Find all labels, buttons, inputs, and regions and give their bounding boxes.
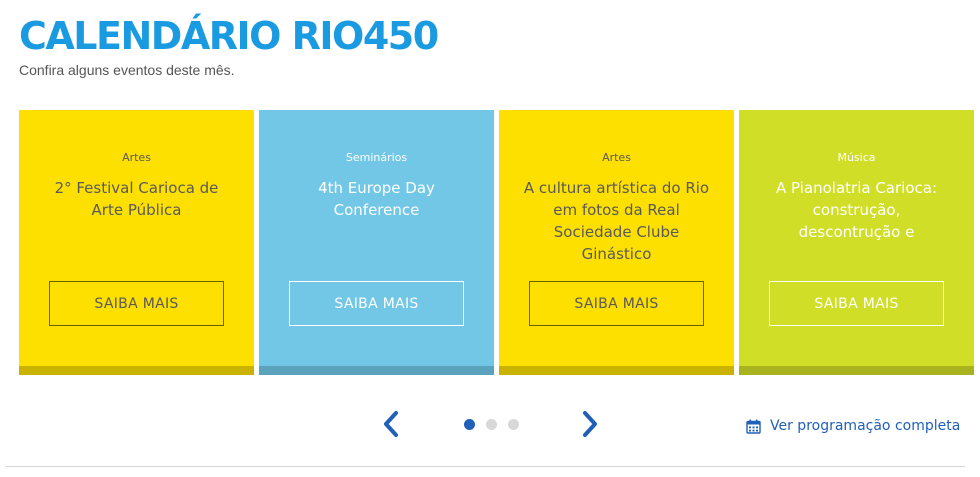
event-card: Música A Pianolatria Carioca: construção… bbox=[739, 110, 974, 375]
event-category: Artes bbox=[122, 151, 151, 164]
event-card: Artes 2° Festival Carioca de Arte Públic… bbox=[19, 110, 254, 375]
event-title: 4th Europe Day Conference bbox=[318, 179, 435, 219]
divider bbox=[6, 466, 965, 467]
event-card: Seminários 4th Europe Day Conference SAI… bbox=[259, 110, 494, 375]
pagination-dot[interactable] bbox=[464, 419, 475, 430]
card-bottom-strip bbox=[739, 366, 974, 375]
card-bottom-strip bbox=[499, 366, 734, 375]
ver-programacao-link[interactable]: Ver programação completa bbox=[746, 416, 960, 436]
saiba-mais-button[interactable]: SAIBA MAIS bbox=[769, 281, 944, 326]
event-title: 2° Festival Carioca de Arte Pública bbox=[54, 179, 219, 219]
event-title: A cultura artística do Rio em fotos da R… bbox=[523, 179, 710, 263]
chevron-right-icon[interactable] bbox=[579, 410, 601, 438]
pagination-dot[interactable] bbox=[486, 419, 497, 430]
event-category: Seminários bbox=[345, 151, 408, 164]
page-subtitle: Confira alguns eventos deste mês. bbox=[19, 62, 235, 78]
card-bottom-strip bbox=[19, 366, 254, 375]
saiba-mais-button[interactable]: SAIBA MAIS bbox=[529, 281, 704, 326]
event-category: Artes bbox=[602, 151, 631, 164]
saiba-mais-button[interactable]: SAIBA MAIS bbox=[49, 281, 224, 326]
pagination-dot[interactable] bbox=[508, 419, 519, 430]
event-card: Artes A cultura artística do Rio em foto… bbox=[499, 110, 734, 375]
ver-programacao-label: Ver programação completa bbox=[770, 418, 961, 434]
event-category: Música bbox=[837, 151, 876, 164]
card-bottom-strip bbox=[259, 366, 494, 375]
saiba-mais-button[interactable]: SAIBA MAIS bbox=[289, 281, 464, 326]
event-title: A Pianolatria Carioca: construção, desco… bbox=[776, 179, 937, 241]
chevron-left-icon[interactable] bbox=[380, 410, 402, 438]
calendar-icon bbox=[746, 419, 761, 434]
page-title: CALENDÁRIO RIO450 bbox=[19, 14, 439, 58]
